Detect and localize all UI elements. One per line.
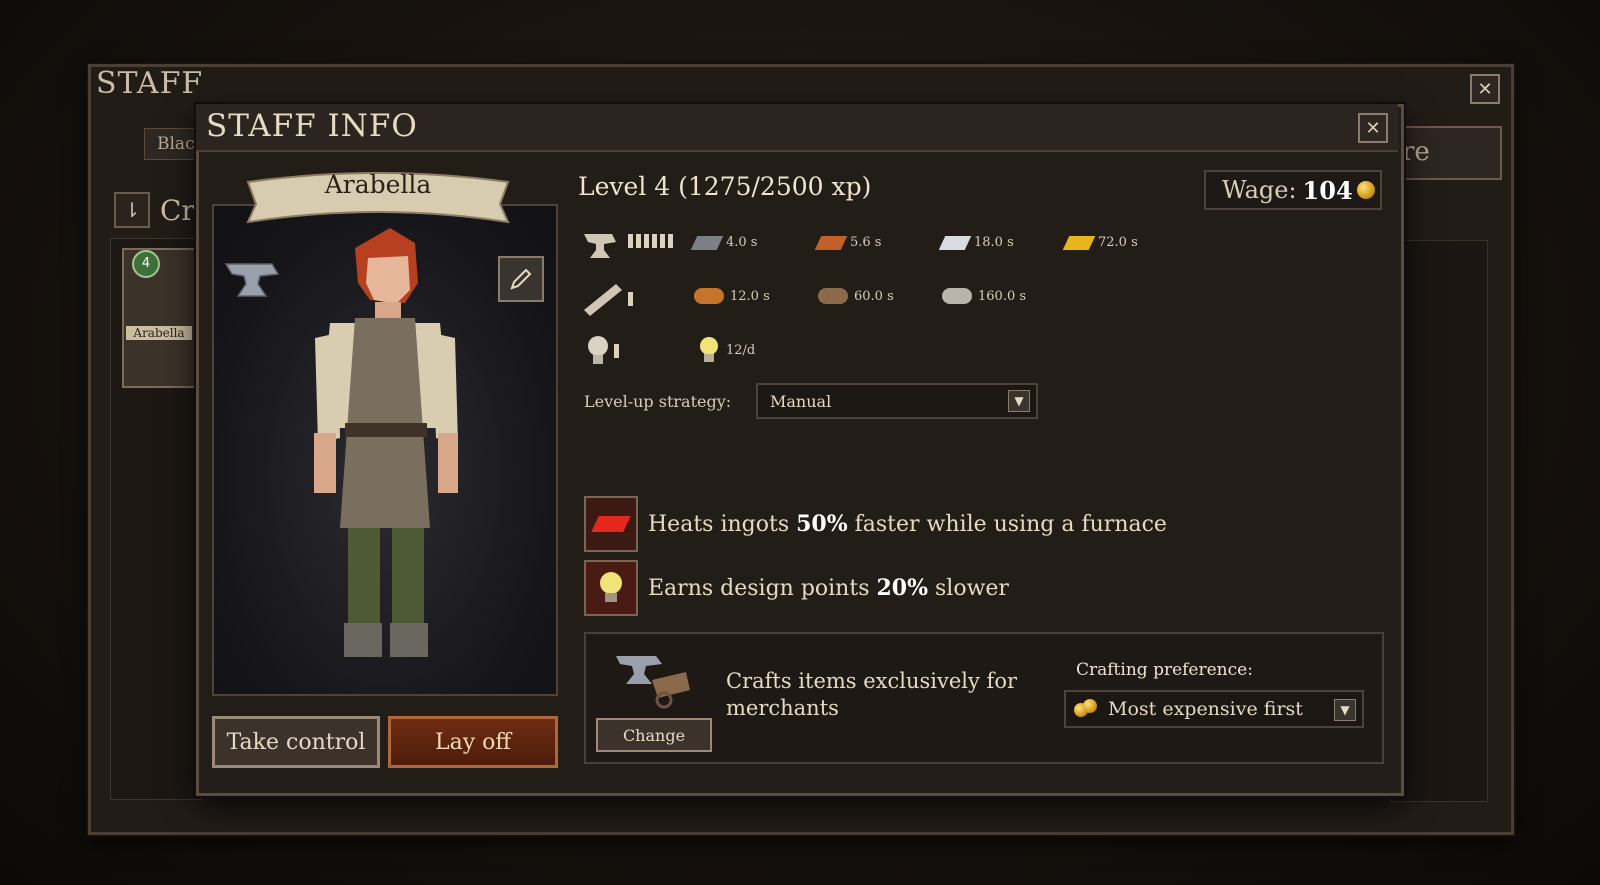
copper-ingot-icon [814,235,848,250]
stat-value: 4.0 s [726,235,758,250]
stat-value: 5.6 s [850,235,882,250]
stat-pine-log: 12.0 s [694,288,770,304]
stat-gold-ingot: 72.0 s [1062,235,1138,250]
crafting-preference-select[interactable]: Most expensive first ▼ [1064,690,1364,728]
skill-row-design [582,332,619,370]
stat-value: 12.0 s [730,288,770,304]
crafts-for-text: Crafts items exclusively for merchants [726,669,1018,720]
character-figure [314,228,458,657]
trait-text: Heats ingots 50% faster while using a fu… [648,511,1167,537]
silver-ingot-icon [938,235,972,250]
stat-value: 72.0 s [1098,235,1138,250]
trait-design-points: Earns design points 20% slower [584,560,1009,616]
stat-iron-ingot: 4.0 s [690,235,758,250]
skill-level-pips [628,234,673,248]
staff-info-title: STAFF INFO [206,108,418,144]
edit-button[interactable] [498,256,544,302]
hot-ingot-icon [584,496,638,552]
lightbulb-icon [584,560,638,616]
anvil-icon [224,263,280,297]
trait-text: Earns design points 20% slower [648,575,1009,601]
crafting-preference-label: Crafting preference: [1076,660,1253,680]
staff-close-button[interactable]: ✕ [1470,74,1500,104]
lay-off-button[interactable]: Lay off [388,716,558,768]
stat-design-points: 12/d [698,336,755,364]
anvil-cart-icon [616,656,690,709]
skill-level-pips [628,292,633,306]
skill-row-smithing [582,226,673,264]
staff-hire-button[interactable]: re [1390,126,1502,180]
wage-label: Wage: [1222,176,1297,204]
level-text: Level 4 (1275/2500 xp) [578,172,872,201]
stat-value: 12/d [726,342,756,358]
stat-silver-ingot: 18.0 s [938,235,1014,250]
take-control-button[interactable]: Take control [212,716,380,768]
close-icon: ✕ [1477,78,1493,100]
stat-oak-log: 60.0 s [818,288,894,304]
stat-value: 18.0 s [974,235,1014,250]
level-up-strategy-select[interactable]: Manual ▼ [756,383,1038,419]
stat-value: 160.0 s [978,288,1027,304]
level-up-strategy-value: Manual [770,391,832,411]
chevron-down-icon: ▼ [1334,699,1356,721]
chevron-down-icon: ▼ [1008,390,1030,412]
staff-card-name: Arabella [126,326,192,340]
iron-ingot-icon [690,235,724,250]
staff-detail-panel [1390,240,1488,802]
stat-birch-log: 160.0 s [942,288,1026,304]
pine-log-icon [694,288,724,304]
stat-copper-ingot: 5.6 s [814,235,882,250]
hammer-anvil-icon [584,234,616,258]
change-button[interactable]: Change [596,718,712,752]
wage-value: 104 [1302,175,1353,205]
crafting-preference-value: Most expensive first [1108,698,1303,720]
lightbulb-icon [700,337,718,362]
staff-section-header: Cr [160,194,195,227]
coin-icon [1356,181,1375,199]
pencil-icon [510,268,532,290]
staff-info-close-button[interactable]: ✕ [1358,113,1388,143]
stat-value: 60.0 s [854,288,894,304]
birch-log-icon [942,288,972,304]
skill-level-pips [614,344,619,358]
close-icon: ✕ [1365,117,1381,139]
gold-ingot-icon [1062,235,1096,250]
wage-box: Wage: 104 [1204,170,1382,210]
lightbulb-icon [588,336,608,364]
coins-icon [1074,699,1100,719]
oak-log-icon [818,288,848,304]
level-up-strategy-label: Level-up strategy: [584,392,732,411]
sort-icon[interactable]: ⇂ [114,192,150,228]
staff-window-title: STAFF [96,66,204,101]
staff-card-level-badge: 4 [132,250,160,278]
saw-icon [584,284,622,316]
trait-heats-ingots: Heats ingots 50% faster while using a fu… [584,496,1167,552]
character-name: Arabella [324,170,432,199]
skill-row-woodworking [582,280,633,318]
